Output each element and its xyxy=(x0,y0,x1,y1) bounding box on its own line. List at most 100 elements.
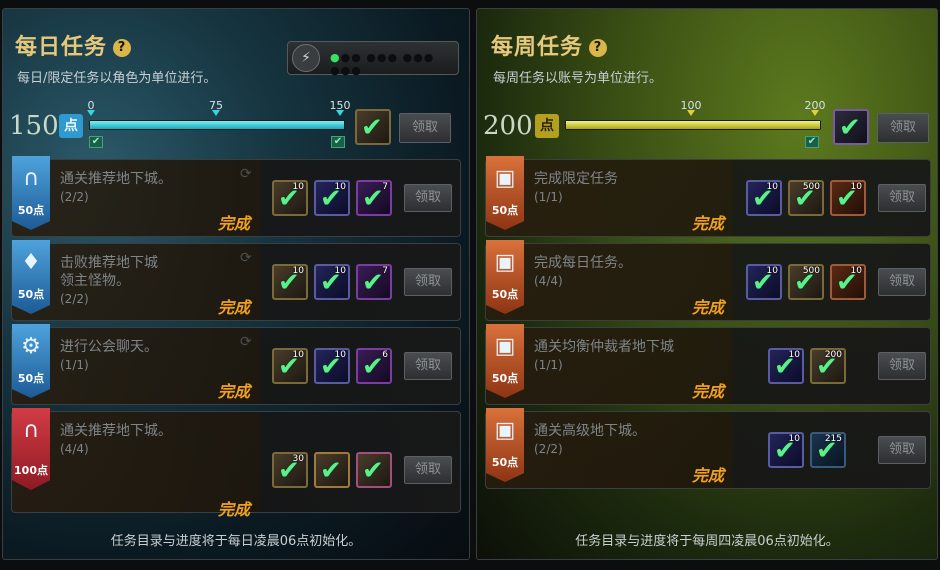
task-progress: (4/4) xyxy=(534,274,563,288)
weekly-task-1: ▣ 50点 完成限定任务 (1/1) 完成 ✔ 10 ✔ 500 ✔ 10 领取 xyxy=(485,156,931,237)
reward-icon[interactable]: ✔ 6 xyxy=(356,348,392,384)
check-icon: ✔ xyxy=(361,113,383,143)
weekly-bonus-reward-icon[interactable]: ✔ xyxy=(833,109,869,145)
daily-claim-button[interactable]: 领取 xyxy=(399,113,451,143)
task-claim-button[interactable]: 领取 xyxy=(404,456,452,484)
reward-count: 10 xyxy=(766,266,778,276)
reward-count: 10 xyxy=(334,350,346,360)
reward-icon[interactable]: ✔ 10 xyxy=(314,348,350,384)
reward-icon[interactable]: ✔ 7 xyxy=(356,264,392,300)
task-progress: (2/2) xyxy=(534,442,563,456)
reward-icon[interactable]: ✔ 10 xyxy=(768,348,804,384)
refresh-icon[interactable]: ⟳ xyxy=(240,334,252,350)
reward-icon[interactable]: ✔ 10 xyxy=(830,180,866,216)
refresh-icon[interactable]: ⟳ xyxy=(240,250,252,266)
reward-icon[interactable]: ✔ 200 xyxy=(810,348,846,384)
weekly-progress-fill xyxy=(566,121,820,129)
weekly-milestone-marker xyxy=(811,110,819,116)
task-progress: (4/4) xyxy=(60,442,89,456)
daily-reset-notice: 任务目录与进度将于每日凌晨06点初始化。 xyxy=(110,534,362,549)
task-claim-button[interactable]: 领取 xyxy=(404,184,452,212)
task-points-ribbon: ▣ 50点 xyxy=(486,240,524,314)
task-status: 完成 xyxy=(692,382,725,401)
task-points: 50点 xyxy=(491,288,519,301)
weekly-panel: 每周任务? 每周任务以账号为单位进行。 200 点 100 200 ✔ ✔ 领取… xyxy=(476,8,938,560)
calendar-icon: ▣ xyxy=(494,166,516,191)
reward-icon[interactable]: ✔ 500 xyxy=(788,264,824,300)
daily-subtitle: 每日/限定任务以角色为单位进行。 xyxy=(17,71,217,86)
reward-icon[interactable]: ✔ 7 xyxy=(356,180,392,216)
weekly-claim-button[interactable]: 领取 xyxy=(877,113,929,143)
task-claim-button[interactable]: 领取 xyxy=(878,184,926,212)
daily-bonus-reward-icon[interactable]: ✔ xyxy=(355,109,391,145)
reward-icon[interactable]: ✔ 500 xyxy=(788,180,824,216)
weekly-points-value: 200 xyxy=(483,111,533,141)
task-points-ribbon: ♦ 50点 xyxy=(12,240,50,314)
task-points-ribbon: ▣ 50点 xyxy=(486,408,524,482)
reward-icon[interactable]: ✔ 10 xyxy=(746,264,782,300)
task-status: 完成 xyxy=(218,382,251,401)
quest-window: 每日任务? 每日/限定任务以角色为单位进行。 ⚡ ●●● ●●● ●●● ●●●… xyxy=(0,0,940,570)
reward-icon[interactable]: ✔ 10 xyxy=(746,180,782,216)
daily-milestone-marker xyxy=(87,110,95,116)
task-status: 完成 xyxy=(218,500,251,519)
help-icon[interactable]: ? xyxy=(113,39,132,57)
reward-icon[interactable]: ✔ xyxy=(314,452,350,488)
task-status: 完成 xyxy=(692,466,725,485)
reward-icon[interactable]: ✔ 10 xyxy=(314,180,350,216)
task-points-ribbon: ▣ 50点 xyxy=(486,324,524,398)
reward-icon[interactable]: ✔ 10 xyxy=(768,432,804,468)
auto-toggle-switch[interactable]: ⚡ ●●● ●●● ●●● ●●● xyxy=(287,41,459,77)
reward-icon[interactable]: ✔ 10 xyxy=(314,264,350,300)
task-points: 50点 xyxy=(17,204,45,217)
reward-icon[interactable]: ✔ 10 xyxy=(272,180,308,216)
help-icon[interactable]: ? xyxy=(589,39,608,57)
weekly-title-text: 每周任务 xyxy=(491,35,584,60)
daily-panel: 每日任务? 每日/限定任务以角色为单位进行。 ⚡ ●●● ●●● ●●● ●●●… xyxy=(2,8,470,560)
daily-title: 每日任务? xyxy=(15,29,132,61)
reward-icon[interactable]: ✔ xyxy=(356,452,392,488)
task-status: 完成 xyxy=(218,298,251,317)
lightning-icon: ⚡ xyxy=(292,44,320,72)
check-icon: ✔ xyxy=(839,113,861,143)
daily-milestone-marker xyxy=(212,110,220,116)
reward-icon[interactable]: ✔ 30 xyxy=(272,452,308,488)
milestone-check-icon: ✔ xyxy=(331,136,345,148)
reward-count: 215 xyxy=(824,434,842,444)
gate-icon: ∩ xyxy=(22,418,40,443)
reward-count: 10 xyxy=(334,182,346,192)
weekly-task-3: ▣ 50点 通关均衡仲裁者地下城 (1/1) 完成 ✔ 10 ✔ 200 领取 xyxy=(485,324,931,405)
daily-task-2: ♦ 50点 击败推荐地下城 领主怪物。 (2/2) 完成 ⟳ ✔ 10 ✔ 10 ✔ 7… xyxy=(11,240,461,321)
reward-icon[interactable]: ✔ 10 xyxy=(830,264,866,300)
daily-milestone-marker xyxy=(336,110,344,116)
weekly-task-2: ▣ 50点 完成每日任务。 (4/4) 完成 ✔ 10 ✔ 500 ✔ 10 领取 xyxy=(485,240,931,321)
reward-icon[interactable]: ✔ 10 xyxy=(272,348,308,384)
gate-icon: ∩ xyxy=(22,166,40,191)
weekly-task-4: ▣ 50点 通关高级地下城。 (2/2) 完成 ✔ 10 ✔ 215 领取 xyxy=(485,408,931,489)
task-name: 完成每日任务。 xyxy=(534,255,632,271)
reward-count: 7 xyxy=(382,266,388,276)
reward-count: 10 xyxy=(788,434,800,444)
reward-icon[interactable]: ✔ 215 xyxy=(810,432,846,468)
task-claim-button[interactable]: 领取 xyxy=(878,436,926,464)
task-points: 50点 xyxy=(491,372,519,385)
task-claim-button[interactable]: 领取 xyxy=(878,352,926,380)
reward-count: 10 xyxy=(292,350,304,360)
refresh-icon[interactable]: ⟳ xyxy=(240,166,252,182)
task-points: 50点 xyxy=(491,204,519,217)
reward-count: 10 xyxy=(292,182,304,192)
weekly-subtitle: 每周任务以账号为单位进行。 xyxy=(493,71,663,86)
task-progress: (1/1) xyxy=(534,190,563,204)
reward-icon[interactable]: ✔ 10 xyxy=(272,264,308,300)
task-claim-button[interactable]: 领取 xyxy=(878,268,926,296)
milestone-check-icon: ✔ xyxy=(89,136,103,148)
task-progress: (1/1) xyxy=(534,358,563,372)
toggle-indicator: ●●● ●●● ●●● ●●● xyxy=(330,51,435,77)
reward-count: 10 xyxy=(850,182,862,192)
task-claim-button[interactable]: 领取 xyxy=(404,268,452,296)
task-claim-button[interactable]: 领取 xyxy=(404,352,452,380)
task-name: 通关推荐地下城。 xyxy=(60,171,172,187)
reward-count: 6 xyxy=(382,350,388,360)
task-progress: (2/2) xyxy=(60,292,89,306)
task-points: 50点 xyxy=(17,288,45,301)
